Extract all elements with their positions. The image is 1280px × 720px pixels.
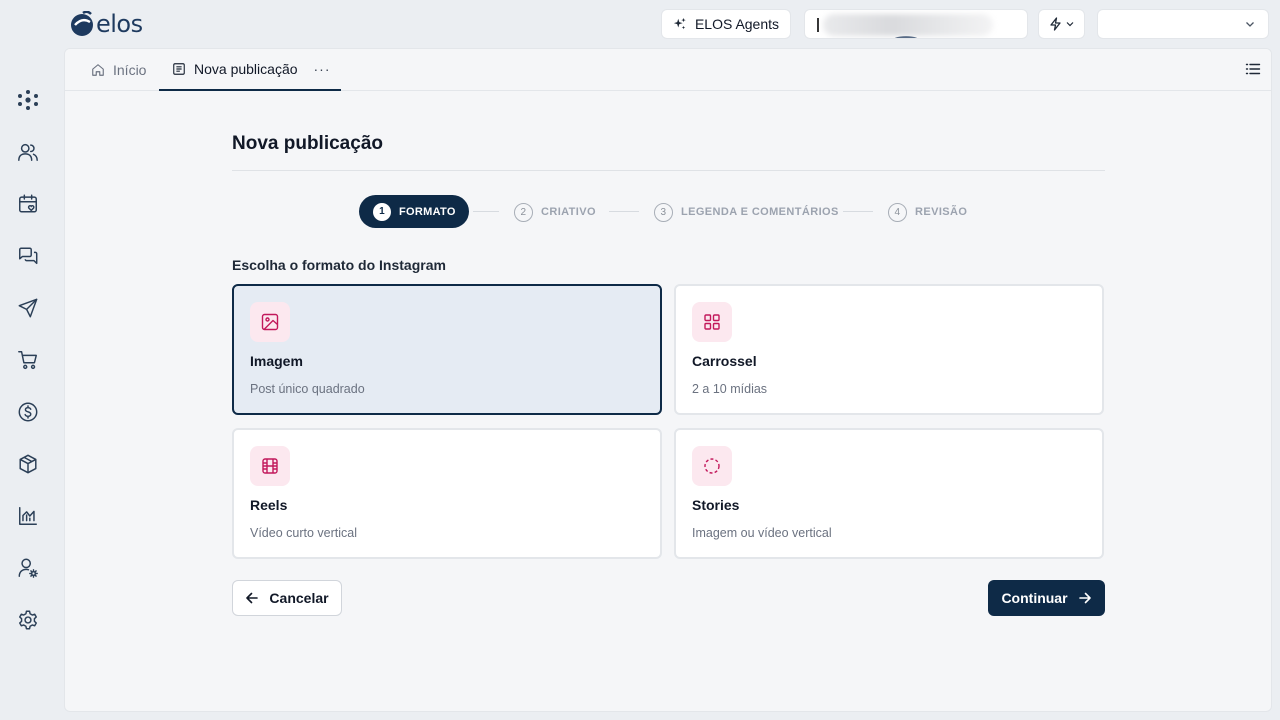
sidebar-item-users[interactable]: [16, 140, 40, 164]
sidebar-item-messages[interactable]: [16, 244, 40, 268]
list-icon: [1245, 63, 1261, 75]
brand-logo[interactable]: elos: [70, 9, 143, 39]
format-description: 2 a 10 mídias: [692, 382, 768, 396]
tab-bar: Início Nova publicação ···: [65, 49, 1271, 91]
step-revisao[interactable]: 4 REVISÃO: [888, 202, 967, 222]
format-description: Imagem ou vídeo vertical: [692, 526, 832, 540]
continue-button[interactable]: Continuar: [988, 580, 1105, 616]
sidebar-item-finance[interactable]: [16, 400, 40, 424]
brand-name: elos: [96, 10, 143, 38]
elos-logo-icon: [71, 11, 93, 36]
step-number: 4: [888, 202, 907, 222]
step-label: CRIATIVO: [541, 206, 596, 218]
film-icon: [262, 458, 278, 474]
tab-nova-publicacao[interactable]: Nova publicação ···: [159, 49, 341, 91]
step-connector: [843, 211, 873, 212]
tab-list-button[interactable]: [1245, 61, 1261, 77]
user-chip-divider: [817, 18, 819, 32]
elos-agents-button[interactable]: ELOS Agents: [661, 9, 791, 39]
sparkles-icon: [673, 17, 686, 30]
user-account-chip[interactable]: [804, 9, 1028, 39]
image-icon: [261, 313, 279, 331]
section-label: Escolha o formato do Instagram: [232, 257, 446, 273]
step-legenda[interactable]: 3 LEGENDA E COMENTÁRIOS: [654, 202, 839, 222]
sidebar-item-send[interactable]: [16, 296, 40, 320]
tab-active-label: Nova publicação: [194, 61, 298, 77]
chart-icon: [19, 507, 37, 525]
format-card-imagem[interactable]: Imagem Post único quadrado: [232, 284, 662, 415]
sidebar-item-reports[interactable]: [16, 504, 40, 528]
user-settings-icon: [18, 558, 38, 578]
step-criativo[interactable]: 2 CRIATIVO: [514, 202, 596, 222]
format-card-stories[interactable]: Stories Imagem ou vídeo vertical: [674, 428, 1104, 559]
format-icon-bg: [250, 446, 290, 486]
step-number: 1: [373, 202, 391, 221]
format-card-reels[interactable]: Reels Vídeo curto vertical: [232, 428, 662, 559]
step-label: REVISÃO: [915, 206, 968, 218]
send-icon: [18, 298, 38, 318]
tab-home-label: Início: [113, 62, 147, 78]
continue-label: Continuar: [1001, 590, 1068, 606]
arrow-left-icon: [246, 592, 259, 604]
dollar-icon: [18, 402, 38, 422]
format-card-carrossel[interactable]: Carrossel 2 a 10 mídias: [674, 284, 1104, 415]
step-connector: [473, 211, 499, 212]
sidebar-item-calendar[interactable]: [16, 192, 40, 216]
tab-home[interactable]: Início: [91, 49, 146, 91]
sidebar-item-products[interactable]: [16, 452, 40, 476]
bolt-icon: [1050, 17, 1061, 31]
network-icon: [18, 90, 38, 110]
calendar-heart-icon: [19, 194, 37, 213]
users-icon: [18, 143, 38, 161]
sidebar-item-settings[interactable]: [16, 608, 40, 632]
circle-dashed-icon: [704, 458, 720, 474]
step-formato[interactable]: 1 FORMATO: [359, 195, 469, 228]
sidebar-item-network[interactable]: [16, 88, 40, 112]
home-icon: [92, 64, 104, 76]
chevron-down-icon: [1066, 22, 1074, 27]
context-select[interactable]: [1097, 9, 1269, 39]
main-panel: Início Nova publicação ··· Nova publicaç…: [64, 48, 1272, 712]
format-icon-bg: [692, 302, 732, 342]
arrow-right-icon: [1078, 592, 1091, 604]
grid-icon: [704, 314, 720, 330]
format-description: Post único quadrado: [250, 382, 365, 396]
format-name: Reels: [250, 497, 288, 513]
tab-more-button[interactable]: ···: [314, 61, 331, 77]
step-label: FORMATO: [399, 205, 456, 218]
step-number: 3: [654, 202, 673, 222]
box-icon: [19, 454, 37, 474]
format-description: Vídeo curto vertical: [250, 526, 357, 540]
cancel-button[interactable]: Cancelar: [232, 580, 342, 616]
step-connector: [609, 211, 639, 212]
sidebar-item-cart[interactable]: [16, 348, 40, 372]
step-label: LEGENDA E COMENTÁRIOS: [681, 206, 839, 218]
chevron-down-icon: [1246, 22, 1254, 27]
step-number: 2: [514, 202, 533, 222]
title-divider: [232, 170, 1105, 171]
page-title: Nova publicação: [232, 133, 383, 154]
avatar: [891, 36, 921, 38]
cart-icon: [18, 351, 37, 370]
gear-icon: [19, 610, 37, 630]
elos-agents-label: ELOS Agents: [694, 16, 780, 32]
document-icon: [173, 63, 185, 75]
format-icon-bg: [692, 446, 732, 486]
cancel-label: Cancelar: [269, 590, 329, 606]
format-name: Stories: [692, 497, 740, 513]
format-name: Carrossel: [692, 353, 757, 369]
messages-icon: [19, 247, 38, 265]
format-icon-bg: [250, 302, 290, 342]
format-name: Imagem: [250, 353, 303, 369]
redacted-user-name: [823, 14, 993, 36]
sidebar-item-user-settings[interactable]: [16, 556, 40, 580]
quick-actions-button[interactable]: [1038, 9, 1085, 39]
